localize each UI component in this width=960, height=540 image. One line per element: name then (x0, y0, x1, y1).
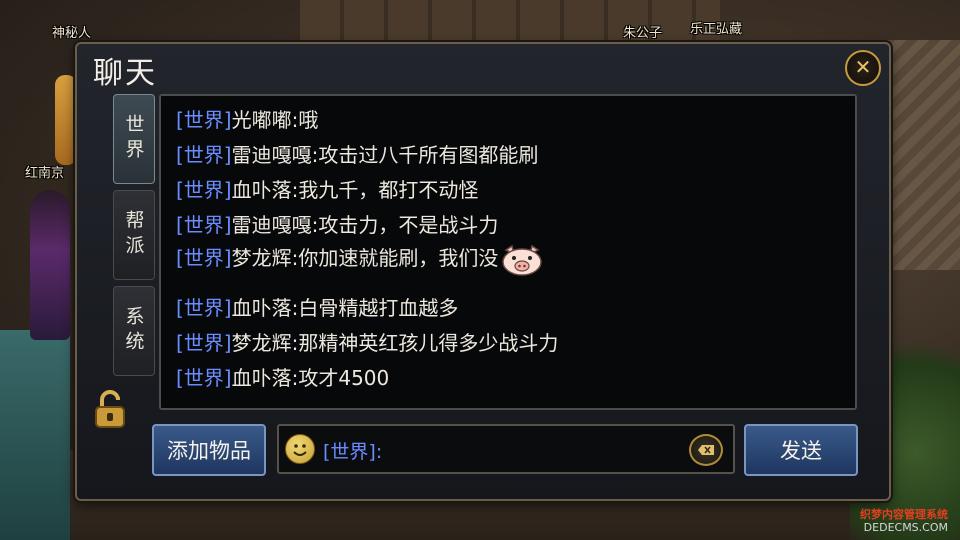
chat-message: [世界]血卟落:攻才4500 (176, 366, 390, 390)
message-text: 白骨精越打血越多 (298, 296, 459, 320)
tab-guild[interactable]: 帮派 (113, 190, 155, 280)
message-channel[interactable]: [世界] (176, 143, 232, 167)
message-sender[interactable]: 梦龙辉 (232, 331, 292, 355)
player-character[interactable] (30, 190, 70, 340)
npc-name-hongnanjing[interactable]: 红南京 (25, 162, 64, 181)
chat-message: [世界]光嘟嘟:哦 (176, 108, 319, 132)
chat-input-box[interactable]: [世界]: (277, 424, 735, 474)
close-button[interactable]: ✕ (845, 50, 881, 86)
smiley-emoji-icon[interactable] (285, 434, 315, 464)
add-item-button[interactable]: 添加物品 (152, 424, 266, 476)
chat-message: [世界]梦龙辉:你加速就能刷，我们没 (176, 242, 544, 276)
message-channel[interactable]: [世界] (176, 213, 232, 237)
channel-tabs: 世界 帮派 系统 (113, 94, 157, 382)
npc-name-lezhenghongzang[interactable]: 乐正弘藏 (690, 18, 742, 37)
pig-emoji-icon (500, 244, 544, 276)
message-channel[interactable]: [世界] (176, 246, 232, 270)
message-sender[interactable]: 光嘟嘟 (232, 108, 292, 132)
npc-figure[interactable] (55, 75, 77, 165)
message-sender[interactable]: 血卟落 (232, 296, 292, 320)
chat-messages[interactable]: [世界]光嘟嘟:哦 [世界]雷迪嘎嘎:攻击过八千所有图都能刷 [世界]血卟落:我… (159, 94, 857, 410)
message-sender[interactable]: 雷迪嘎嘎 (232, 213, 312, 237)
chat-input-bar: 添加物品 [世界]: 发送 (77, 422, 889, 478)
message-text: 攻才4500 (298, 366, 390, 390)
message-text: 攻击过八千所有图都能刷 (318, 143, 539, 167)
chat-message: [世界]雷迪嘎嘎:攻击力，不是战斗力 (176, 213, 499, 237)
tab-system[interactable]: 系统 (113, 286, 155, 376)
chat-message: [世界]梦龙辉:那精神英红孩儿得多少战斗力 (176, 331, 559, 355)
chat-message: [世界]血卟落:白骨精越打血越多 (176, 296, 459, 320)
arch-scenery (0, 330, 70, 540)
tab-world[interactable]: 世界 (113, 94, 155, 184)
message-sender[interactable]: 雷迪嘎嘎 (232, 143, 312, 167)
message-sender[interactable]: 血卟落 (232, 178, 292, 202)
message-channel[interactable]: [世界] (176, 178, 232, 202)
chat-message: [世界]血卟落:我九千，都打不动怪 (176, 178, 479, 202)
message-channel[interactable]: [世界] (176, 366, 232, 390)
message-text: 哦 (298, 108, 319, 132)
message-channel[interactable]: [世界] (176, 331, 232, 355)
message-channel[interactable]: [世界] (176, 108, 232, 132)
watermark-line2: DEDECMS.COM (863, 521, 948, 534)
message-text: 你加速就能刷，我们没 (298, 246, 499, 270)
watermark-line1: 织梦内容管理系统 (860, 508, 948, 521)
chat-panel: 聊天 ✕ 世界 帮派 系统 [世界]光嘟嘟:哦 [世界]雷迪嘎嘎:攻击过八千所有… (75, 42, 891, 501)
input-channel-prefix: [世界]: (323, 441, 383, 463)
message-text: 我九千，都打不动怪 (298, 178, 479, 202)
panel-title: 聊天 (93, 56, 157, 91)
send-button[interactable]: 发送 (744, 424, 858, 476)
site-watermark: 织梦内容管理系统 DEDECMS.COM (860, 508, 948, 534)
clear-input-icon[interactable] (689, 434, 723, 466)
message-channel[interactable]: [世界] (176, 296, 232, 320)
message-sender[interactable]: 梦龙辉 (232, 246, 292, 270)
chat-message: [世界]雷迪嘎嘎:攻击过八千所有图都能刷 (176, 143, 539, 167)
chat-message-input[interactable] (379, 434, 683, 464)
npc-name-zhugongzi[interactable]: 朱公子 (623, 22, 662, 41)
message-text: 攻击力，不是战斗力 (318, 213, 499, 237)
npc-name-shenmiren[interactable]: 神秘人 (52, 22, 91, 41)
message-text: 那精神英红孩儿得多少战斗力 (298, 331, 559, 355)
message-sender[interactable]: 血卟落 (232, 366, 292, 390)
close-icon: ✕ (854, 55, 872, 79)
